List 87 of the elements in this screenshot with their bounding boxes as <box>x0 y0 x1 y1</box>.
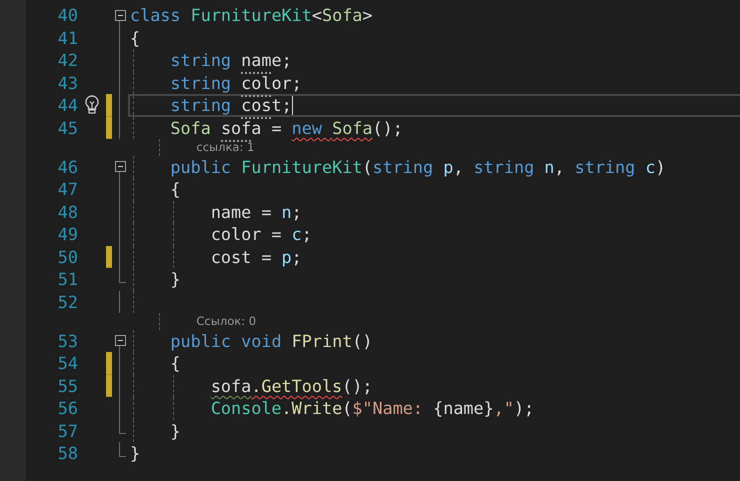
lightbulb-icon[interactable] <box>85 95 99 116</box>
code-token: cost <box>241 95 282 116</box>
line-number: 47 <box>56 179 78 200</box>
code-token: > <box>362 5 373 26</box>
code-token: new <box>292 118 323 138</box>
line-number: 58 <box>56 443 78 464</box>
code-token: , <box>554 156 566 177</box>
code-token: ; <box>302 224 312 244</box>
code-token: ," <box>494 398 514 418</box>
line-number: 53 <box>56 330 78 351</box>
code-token: } <box>170 269 181 290</box>
code-token: .GetTools <box>251 376 342 396</box>
code-token: FPrint <box>292 330 352 351</box>
code-token: cost = <box>210 246 272 267</box>
code-token: ; <box>292 72 302 93</box>
code-token: { <box>170 353 181 374</box>
code-token: c <box>645 156 656 177</box>
code-token: ) <box>655 156 666 177</box>
code-token: n <box>282 202 292 222</box>
code-token: } <box>170 420 181 441</box>
code-token: = <box>270 118 283 138</box>
code-token: public <box>170 156 232 177</box>
code-token: (); <box>342 376 372 396</box>
collapse-toggle[interactable] <box>114 161 126 172</box>
code-token: {name} <box>433 398 494 418</box>
code-token: Sofa <box>170 118 212 138</box>
code-token: ); <box>514 398 534 418</box>
line-number: 57 <box>56 420 78 441</box>
code-token: color <box>241 72 292 93</box>
code-token: ; <box>282 95 292 116</box>
code-token: c <box>292 224 302 244</box>
code-token: $"Name: <box>352 398 424 418</box>
code-token: ; <box>282 50 292 70</box>
line-number: 43 <box>56 72 78 93</box>
code-token: FurnitureKit <box>190 5 312 26</box>
code-token: string <box>474 156 536 177</box>
code-token: name = <box>210 202 272 222</box>
code-token: () <box>352 330 373 351</box>
code-token: void <box>241 330 283 351</box>
code-token: string <box>170 50 232 70</box>
code-token: string <box>170 95 232 116</box>
line-number: 45 <box>56 118 78 138</box>
code-token: ( <box>342 398 352 418</box>
code-token: color = <box>210 224 283 244</box>
code-token: string <box>574 156 636 177</box>
code-token: } <box>130 443 140 464</box>
code-token: { <box>170 179 181 200</box>
code-token: string <box>372 156 434 177</box>
codelens-reference-count[interactable]: Ссылок: 0 <box>196 314 256 328</box>
code-token: sofa <box>220 118 262 138</box>
line-number: 50 <box>56 246 78 267</box>
line-number: 51 <box>56 269 78 290</box>
collapse-toggle[interactable] <box>114 10 126 21</box>
line-number: 52 <box>56 292 78 312</box>
code-token: ; <box>292 202 302 222</box>
code-token: , <box>453 156 464 177</box>
line-number: 49 <box>56 224 78 244</box>
line-number: 40 <box>56 5 78 26</box>
line-number: 44 <box>56 95 78 116</box>
code-token: < <box>312 5 322 26</box>
code-token: .Write <box>282 398 342 418</box>
code-token: ( <box>362 156 372 177</box>
line-number: 48 <box>56 202 78 222</box>
code-token: Sofa <box>322 5 362 26</box>
line-number: 46 <box>56 156 78 177</box>
collapse-toggle[interactable] <box>114 335 126 346</box>
code-token: string <box>170 72 232 93</box>
code-token: name <box>241 50 282 70</box>
code-token: { <box>130 28 140 48</box>
codelens-reference-count[interactable]: ссылка: 1 <box>196 140 254 154</box>
code-token: class <box>130 5 182 26</box>
code-token: public <box>170 330 232 351</box>
code-token: FurnitureKit <box>241 156 362 177</box>
code-token: (); <box>372 118 403 138</box>
code-token: p <box>282 246 292 267</box>
line-number: 54 <box>56 353 78 374</box>
line-number: 42 <box>56 50 78 70</box>
code-token: Console <box>210 398 282 418</box>
code-token: ; <box>292 246 302 267</box>
text-cursor <box>292 96 293 115</box>
line-number: 41 <box>56 28 78 48</box>
code-token: n <box>544 156 554 177</box>
code-token: Sofa <box>332 118 373 138</box>
line-number: 56 <box>56 398 78 418</box>
code-token: p <box>443 156 454 177</box>
line-number: 55 <box>56 376 78 396</box>
code-token: sofa <box>210 376 252 396</box>
